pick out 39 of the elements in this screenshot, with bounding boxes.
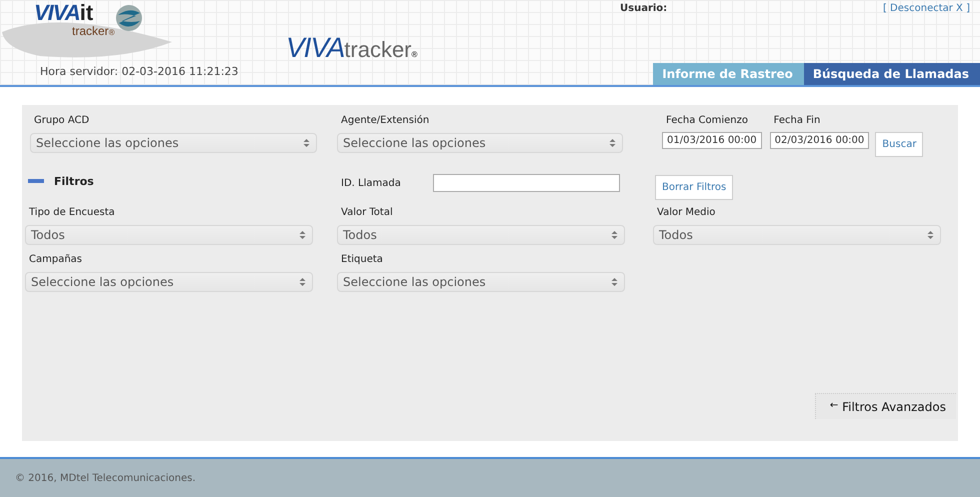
search-button[interactable]: Buscar [875,132,924,157]
footer-text: © 2016, MDtel Telecomunicaciones. [15,472,196,484]
sort-arrows-icon [611,230,618,240]
select-dropdown[interactable]: Seleccione las opciones [25,272,313,292]
field-label: Fecha Comienzo [665,115,749,126]
product-logo: VIVAtracker® [286,32,418,64]
field-label: Valor Total [340,207,394,218]
field-label: ID. Llamada [341,178,402,188]
field-label: Valor Medio [656,207,716,218]
sort-arrows-icon [927,230,934,240]
clear-filters-button[interactable]: Borrar Filtros [655,174,734,200]
select-dropdown[interactable]: Seleccione las opciones [30,133,317,153]
select-dropdown[interactable]: Seleccione las opciones [337,133,623,153]
sort-arrows-icon [609,138,616,148]
globe-icon [114,3,144,33]
field-label: Agente/Extensión [340,115,430,126]
call-id-field[interactable] [433,174,620,192]
filters-toggle[interactable]: Filtros [28,174,94,188]
date-field[interactable]: 01/03/2016 00:00 [662,132,762,149]
sort-arrows-icon [611,277,618,287]
select-dropdown[interactable]: Todos [25,225,313,245]
select-dropdown[interactable]: Todos [337,225,625,245]
sort-arrows-icon [299,230,306,240]
tab[interactable]: Búsqueda de Llamadas [804,63,980,85]
logo: VIVAit tracker® [34,2,114,37]
select-dropdown[interactable]: Seleccione las opciones [337,272,625,292]
field-label: Campañas [28,254,84,265]
field-label: Etiqueta [340,254,384,265]
field-label: Grupo ACD [33,115,90,126]
advanced-filters-button[interactable]: ← Filtros Avanzados [814,393,956,419]
date-field[interactable]: 02/03/2016 00:00 [770,132,870,149]
field-label: Fecha Fin [772,115,822,126]
select-dropdown[interactable]: Todos [653,225,941,245]
logout-link[interactable]: [ Desconectar X ] [882,3,970,14]
sort-arrows-icon [303,138,310,148]
user-label: Usuario: [620,3,668,14]
sort-arrows-icon [299,277,306,287]
field-label: Tipo de Encuesta [28,207,116,218]
server-time: Hora servidor: 02-03-2016 11:21:23 [40,65,238,78]
